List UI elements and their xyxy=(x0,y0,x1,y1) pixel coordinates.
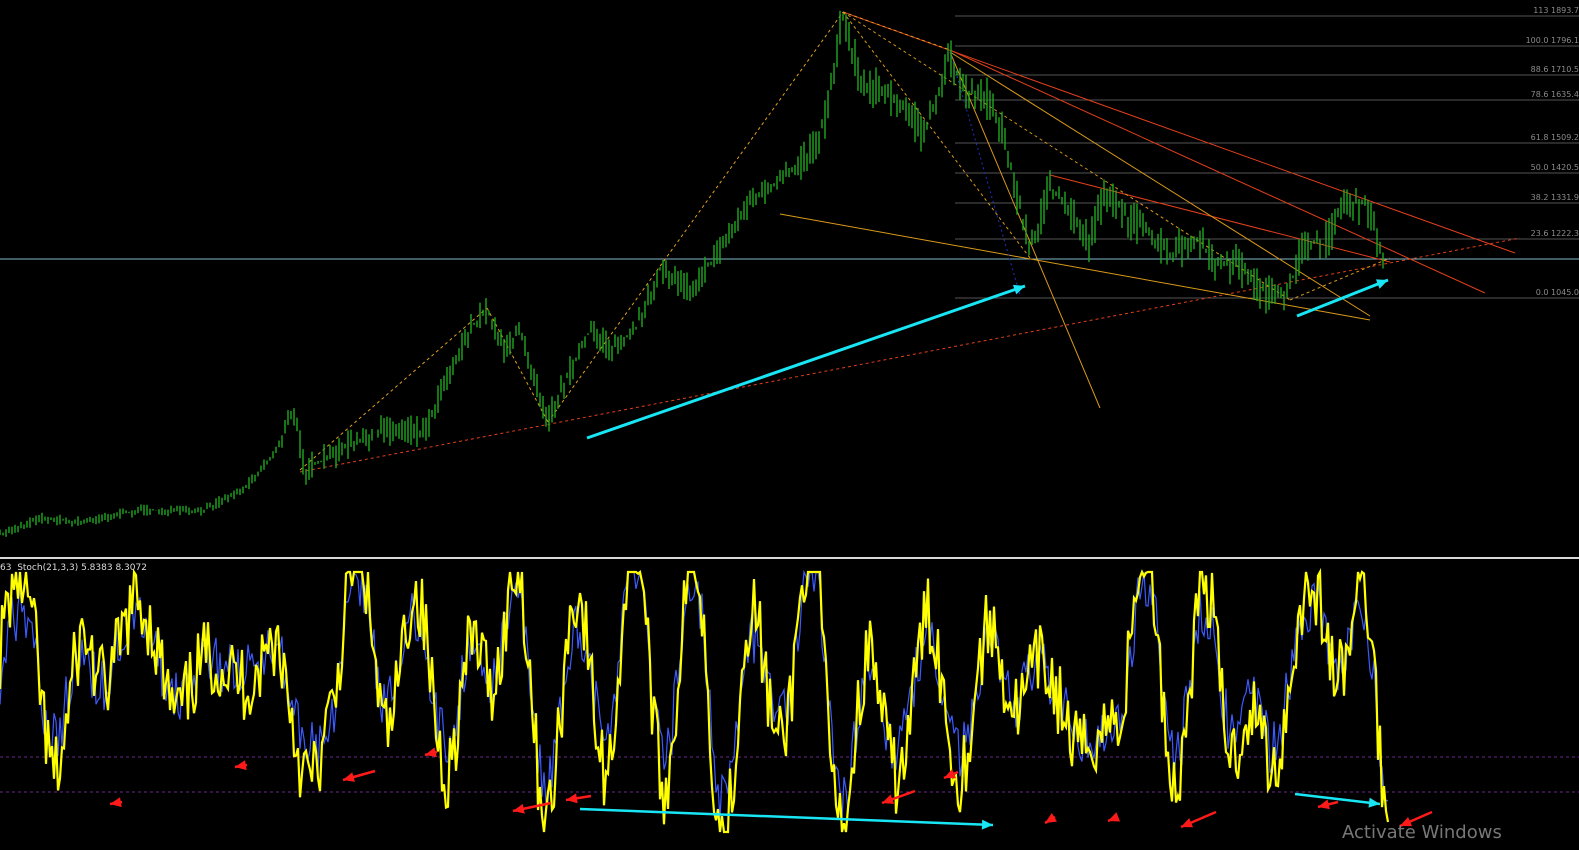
stochastic-label: 63 Stoch(21,3,3) 5.8383 8.3072 xyxy=(0,563,147,573)
red-arrow xyxy=(1107,812,1121,823)
red-arrow xyxy=(1317,799,1339,810)
fib-level-label: 113 1893.7 xyxy=(1533,6,1579,15)
red-arrow-head xyxy=(566,793,578,804)
stochastic-series xyxy=(0,567,1390,834)
red-arrow xyxy=(342,769,376,782)
fib-level-label: 38.2 1331.9 xyxy=(1530,193,1579,202)
fib-fan-mid xyxy=(949,51,1371,317)
red-arrow xyxy=(565,793,592,804)
red-arrow-head xyxy=(513,803,525,814)
red-arrow-head xyxy=(1108,812,1121,822)
stoch-main-line xyxy=(0,567,1390,834)
channel-line xyxy=(949,49,1486,294)
cyan-arrow-stoch-left-head xyxy=(981,819,993,830)
price-chart xyxy=(0,10,1579,834)
cyan-arrow-price-left xyxy=(586,284,1026,440)
red-arrow-head xyxy=(110,797,122,808)
upper-channel-line xyxy=(842,11,1516,254)
indicator-prefix: 63 xyxy=(0,563,12,573)
red-arrow-head xyxy=(882,794,895,804)
cyan-arrow-stoch-left-shaft xyxy=(579,807,994,827)
zigzag-line xyxy=(486,307,549,423)
activation-watermark: Activate Windows xyxy=(1342,822,1502,843)
fib-level-label: 61.8 1509.2 xyxy=(1530,133,1579,142)
trend-lines xyxy=(299,11,1521,473)
divergence-arrows xyxy=(109,278,1433,830)
red-arrow xyxy=(109,797,123,808)
long-support-trendline xyxy=(299,237,1521,473)
fib-level-label: 100.0 1796.1 xyxy=(1525,36,1579,45)
fib-level-label: 23.6 1222.3 xyxy=(1530,229,1579,238)
fib-fan-steep xyxy=(949,51,1101,409)
panel-separator[interactable] xyxy=(0,557,1579,559)
red-arrow xyxy=(1180,810,1217,829)
red-arrow xyxy=(234,760,248,771)
fib-level-label: 78.6 1635.4 xyxy=(1530,90,1579,99)
small-fan xyxy=(1289,257,1391,301)
indicator-name: Stoch(21,3,3) 5.8383 8.3072 xyxy=(17,563,147,573)
fib-level-label: 50.0 1420.5 xyxy=(1530,163,1579,172)
fib-fan-dotted-2 xyxy=(842,11,1291,301)
red-arrow xyxy=(424,747,438,758)
red-arrow-head xyxy=(235,760,247,771)
fibonacci-levels xyxy=(0,15,1579,299)
fib-level-label: 0.0 1045.0 xyxy=(1535,288,1579,297)
stochastic-levels xyxy=(0,756,1579,793)
cyan-arrow-stoch-left xyxy=(579,807,994,830)
fib-level-label: 88.6 1710.5 xyxy=(1530,65,1579,74)
red-arrow xyxy=(1044,813,1058,825)
price-series xyxy=(0,10,1384,537)
zigzag-line xyxy=(299,307,488,471)
lower-wedge-line xyxy=(779,213,1371,321)
cyan-arrow-price-left-shaft xyxy=(586,284,1026,440)
